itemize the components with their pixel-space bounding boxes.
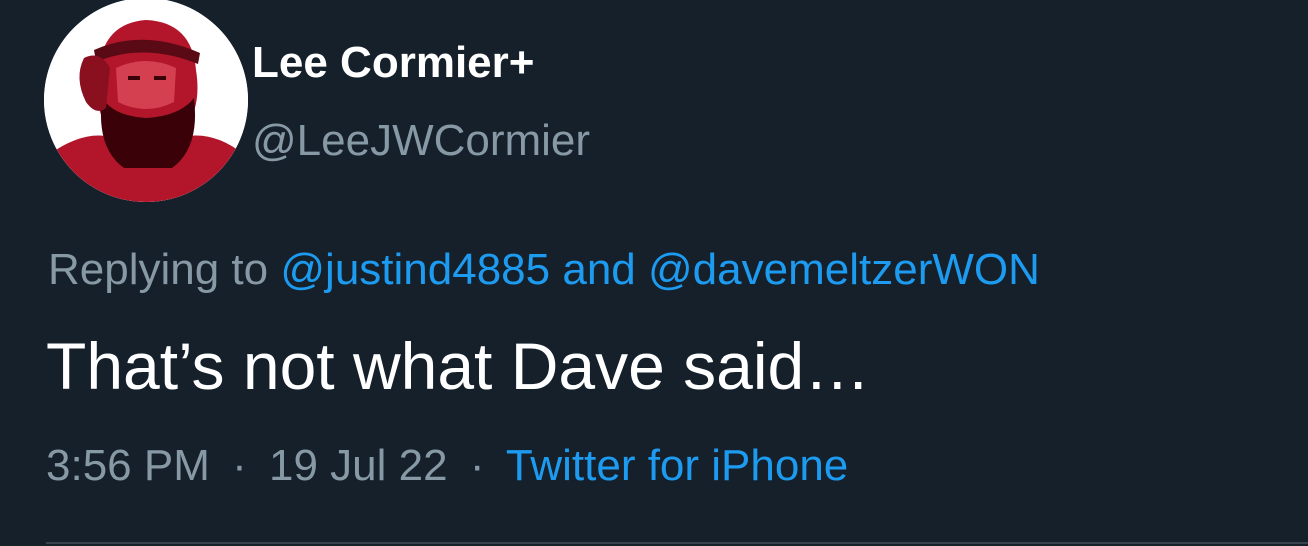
author-handle[interactable]: @LeeJWCormier: [252, 114, 952, 168]
tweet-time[interactable]: 3:56 PM: [46, 441, 210, 490]
tweet-meta: 3:56 PM · 19 Jul 22 · Twitter for iPhone: [46, 436, 848, 496]
reply-context: Replying to @justind4885 and @davemeltze…: [48, 240, 1040, 300]
reply-prefix: Replying to: [48, 245, 269, 294]
reply-joiner: and: [562, 245, 636, 294]
tweet-text: That’s not what Dave said…: [46, 329, 871, 403]
author-names: Lee Cormier+ @LeeJWCormier: [252, 36, 952, 168]
tweet-source-link[interactable]: Twitter for iPhone: [506, 441, 848, 490]
tweet-header: [44, 0, 248, 202]
avatar-portrait-icon: [44, 0, 248, 202]
tweet-card: Lee Cormier+ @LeeJWCormier Replying to @…: [0, 0, 1308, 546]
meta-separator-1: ·: [232, 441, 247, 490]
author-display-name[interactable]: Lee Cormier+: [252, 36, 952, 90]
author-avatar[interactable]: [44, 0, 248, 202]
meta-separator-2: ·: [469, 441, 485, 490]
mention-link-2[interactable]: @davemeltzerWON: [648, 245, 1040, 294]
mention-link-1[interactable]: @justind4885: [280, 245, 550, 294]
tweet-date[interactable]: 19 Jul 22: [269, 441, 448, 490]
divider: [46, 542, 1308, 544]
